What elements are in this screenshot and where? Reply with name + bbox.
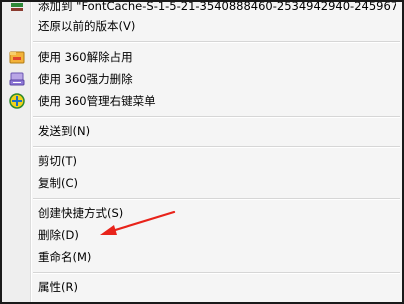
menu-separator (33, 146, 400, 148)
icon-gutter (2, 2, 30, 302)
menu-separator (33, 272, 400, 274)
menu-item-add-to-archive[interactable]: 添加到 "FontCache-S-1-5-21-3540888460-25349… (38, 2, 396, 16)
menu-item-360-unlock[interactable]: 使用 360解除占用 (38, 47, 396, 67)
menu-item-360-manage-context-menu[interactable]: 使用 360管理右键菜单 (38, 91, 396, 111)
menu-item-properties[interactable]: 属性(R) (38, 277, 396, 297)
menu-item-rename[interactable]: 重命名(M) (38, 247, 396, 267)
menu-separator (33, 41, 400, 43)
menu-item-send-to[interactable]: 发送到(N) (38, 121, 396, 141)
menu-item-360-force-delete[interactable]: 使用 360强力删除 (38, 69, 396, 89)
unlock-file-icon (9, 51, 25, 64)
shred-file-icon (9, 72, 25, 86)
menu-item-copy[interactable]: 复制(C) (38, 173, 396, 193)
menu-separator (33, 198, 400, 200)
context-menu-manager-icon (9, 93, 25, 109)
annotation-arrow-icon (100, 210, 176, 235)
menu-item-restore-previous-versions[interactable]: 还原以前的版本(V) (38, 16, 396, 36)
menu-item-cut[interactable]: 剪切(T) (38, 151, 396, 171)
menu-separator (33, 116, 400, 118)
archive-books-icon (11, 3, 23, 11)
context-menu: 添加到 "FontCache-S-1-5-21-3540888460-25349… (0, 0, 404, 304)
